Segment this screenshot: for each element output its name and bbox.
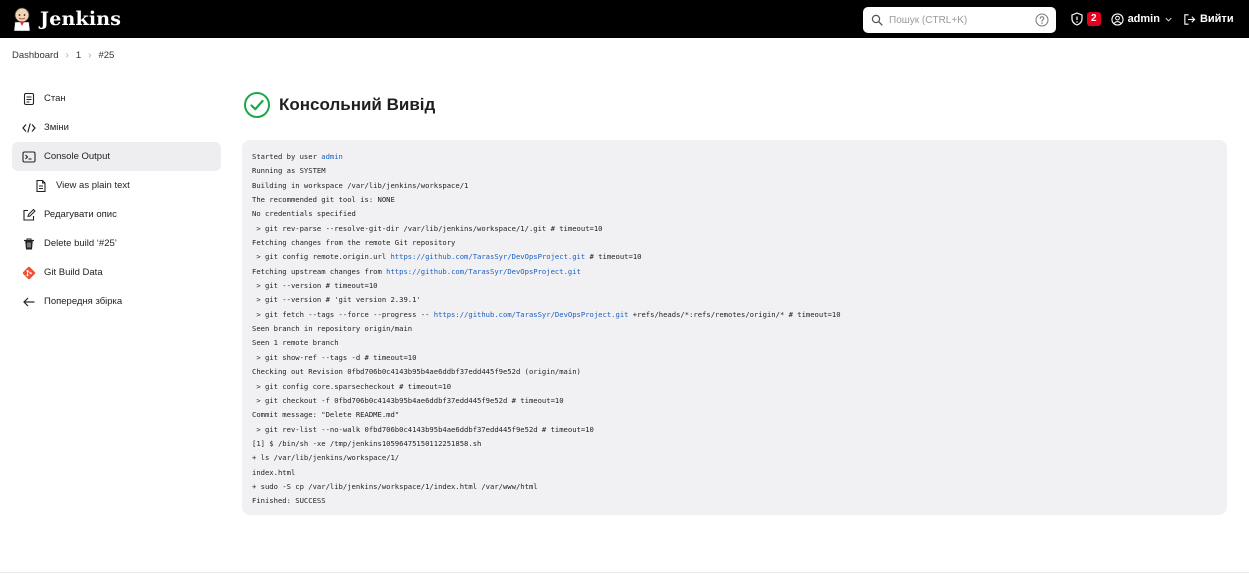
logout-icon xyxy=(1184,13,1196,25)
console-line: > git rev-list --no-walk 0fbd706b0c4143b… xyxy=(252,424,594,434)
page-heading: Консольний Вивід xyxy=(243,91,435,119)
sidebar-item-changes[interactable]: Зміни xyxy=(12,113,221,142)
sidebar-item-git-build-data[interactable]: Git Build Data xyxy=(12,258,221,287)
logout-button[interactable]: Вийти xyxy=(1183,13,1234,26)
console-link[interactable]: https://github.com/TarasSyr/DevOpsProjec… xyxy=(390,252,585,261)
console-line: Finished: SUCCESS xyxy=(252,496,326,506)
console-line: [1] $ /bin/sh -xe /tmp/jenkins1059647515… xyxy=(252,438,482,448)
arrow-left-icon xyxy=(23,297,35,306)
jenkins-logo-icon xyxy=(13,7,31,31)
console-output: Started by user admin Running as SYSTEM Bu… xyxy=(242,140,1227,515)
console-line: Seen 1 remote branch xyxy=(252,338,339,348)
console-line: > git checkout -f 0fbd706b0c4143b95b4ae6… xyxy=(252,395,564,405)
breadcrumb-separator: › xyxy=(65,49,69,61)
brand-name: Jenkins xyxy=(40,8,122,30)
file-text-icon xyxy=(36,179,46,192)
console-link[interactable]: https://github.com/TarasSyr/DevOpsProjec… xyxy=(386,267,581,276)
console-link[interactable]: https://github.com/TarasSyr/DevOpsProjec… xyxy=(434,310,629,319)
sidebar: Стан Зміни Console Output View as plain … xyxy=(12,84,221,316)
search-input[interactable] xyxy=(889,14,1029,26)
sidebar-item-label: Git Build Data xyxy=(44,267,103,278)
console-line: index.html xyxy=(252,467,296,477)
console-line: Commit message: "Delete README.md" xyxy=(252,410,400,420)
breadcrumb-separator: › xyxy=(88,49,92,61)
user-name: admin xyxy=(1127,13,1160,25)
sidebar-item-console-output[interactable]: Console Output xyxy=(12,142,221,171)
footer-divider xyxy=(0,572,1249,573)
chevron-down-icon xyxy=(1165,17,1172,22)
document-icon xyxy=(23,92,35,105)
console-line: Running as SYSTEM xyxy=(252,166,326,176)
success-check-icon xyxy=(244,92,270,118)
logout-label: Вийти xyxy=(1199,13,1234,25)
search-icon xyxy=(871,14,883,26)
console-line: + ls /var/lib/jenkins/workspace/1/ xyxy=(252,453,400,463)
edit-icon xyxy=(23,208,36,221)
sidebar-item-edit-description[interactable]: Редагувати опис xyxy=(12,200,221,229)
console-line: > git show-ref --tags -d # timeout=10 xyxy=(252,352,417,362)
terminal-icon xyxy=(22,150,36,163)
console-line: > git --version # timeout=10 xyxy=(252,281,378,291)
console-line: Checking out Revision 0fbd706b0c4143b95b… xyxy=(252,367,581,377)
security-count-badge: 2 xyxy=(1087,12,1101,26)
console-line: Started by user admin xyxy=(252,152,343,161)
sidebar-item-delete-build[interactable]: Delete build ‘#25’ xyxy=(12,229,221,258)
user-icon xyxy=(1110,12,1124,26)
page-title: Консольний Вивід xyxy=(279,95,436,114)
sidebar-item-status[interactable]: Стан xyxy=(12,84,221,113)
git-icon xyxy=(22,266,36,279)
console-line: Building in workspace /var/lib/jenkins/w… xyxy=(252,180,469,190)
sidebar-item-label: Зміни xyxy=(44,122,69,133)
sidebar-item-label: View as plain text xyxy=(56,180,130,191)
console-line: Fetching upstream changes from https://g… xyxy=(252,266,581,276)
breadcrumb-dashboard[interactable]: Dashboard xyxy=(12,50,58,61)
search-box[interactable] xyxy=(863,7,1056,33)
sidebar-item-plain-text[interactable]: View as plain text xyxy=(12,171,221,200)
code-icon xyxy=(22,122,36,133)
jenkins-home-link[interactable]: Jenkins xyxy=(12,6,121,32)
sidebar-item-label: Редагувати опис xyxy=(44,209,117,220)
console-line: Fetching changes from the remote Git rep… xyxy=(252,238,456,248)
header-actions: 2 admin Вийти xyxy=(1070,0,1234,38)
console-link[interactable]: admin xyxy=(321,152,343,161)
console-line: + sudo -S cp /var/lib/jenkins/workspace/… xyxy=(252,481,538,491)
console-line: > git config core.sparsecheckout # timeo… xyxy=(252,381,452,391)
console-line: > git config remote.origin.url https://g… xyxy=(252,252,642,262)
sidebar-item-label: Console Output xyxy=(44,151,111,162)
breadcrumb: Dashboard › 1 › #25 xyxy=(12,47,114,63)
shield-icon xyxy=(1071,12,1083,26)
user-menu[interactable]: admin xyxy=(1110,12,1173,26)
sidebar-item-label: Попередня збірка xyxy=(44,296,123,307)
trash-icon xyxy=(24,238,34,249)
sidebar-item-label: Delete build ‘#25’ xyxy=(44,238,117,249)
console-line: The recommended git tool is: NONE xyxy=(252,195,395,205)
sidebar-item-previous-build[interactable]: Попередня збірка xyxy=(12,287,221,316)
top-header: Jenkins 2 admin xyxy=(0,0,1249,38)
console-line: No credentials specified xyxy=(252,209,356,219)
security-alerts-button[interactable]: 2 xyxy=(1070,12,1101,26)
sidebar-item-label: Стан xyxy=(44,93,66,104)
console-line: Seen branch in repository origin/main xyxy=(252,324,413,334)
breadcrumb-build[interactable]: #25 xyxy=(98,50,114,61)
help-icon[interactable] xyxy=(1035,13,1049,27)
breadcrumb-job[interactable]: 1 xyxy=(76,50,81,61)
console-line: > git rev-parse --resolve-git-dir /var/l… xyxy=(252,223,603,233)
console-line: > git fetch --tags --force --progress --… xyxy=(252,309,841,319)
console-line: > git --version # 'git version 2.39.1' xyxy=(252,295,421,305)
